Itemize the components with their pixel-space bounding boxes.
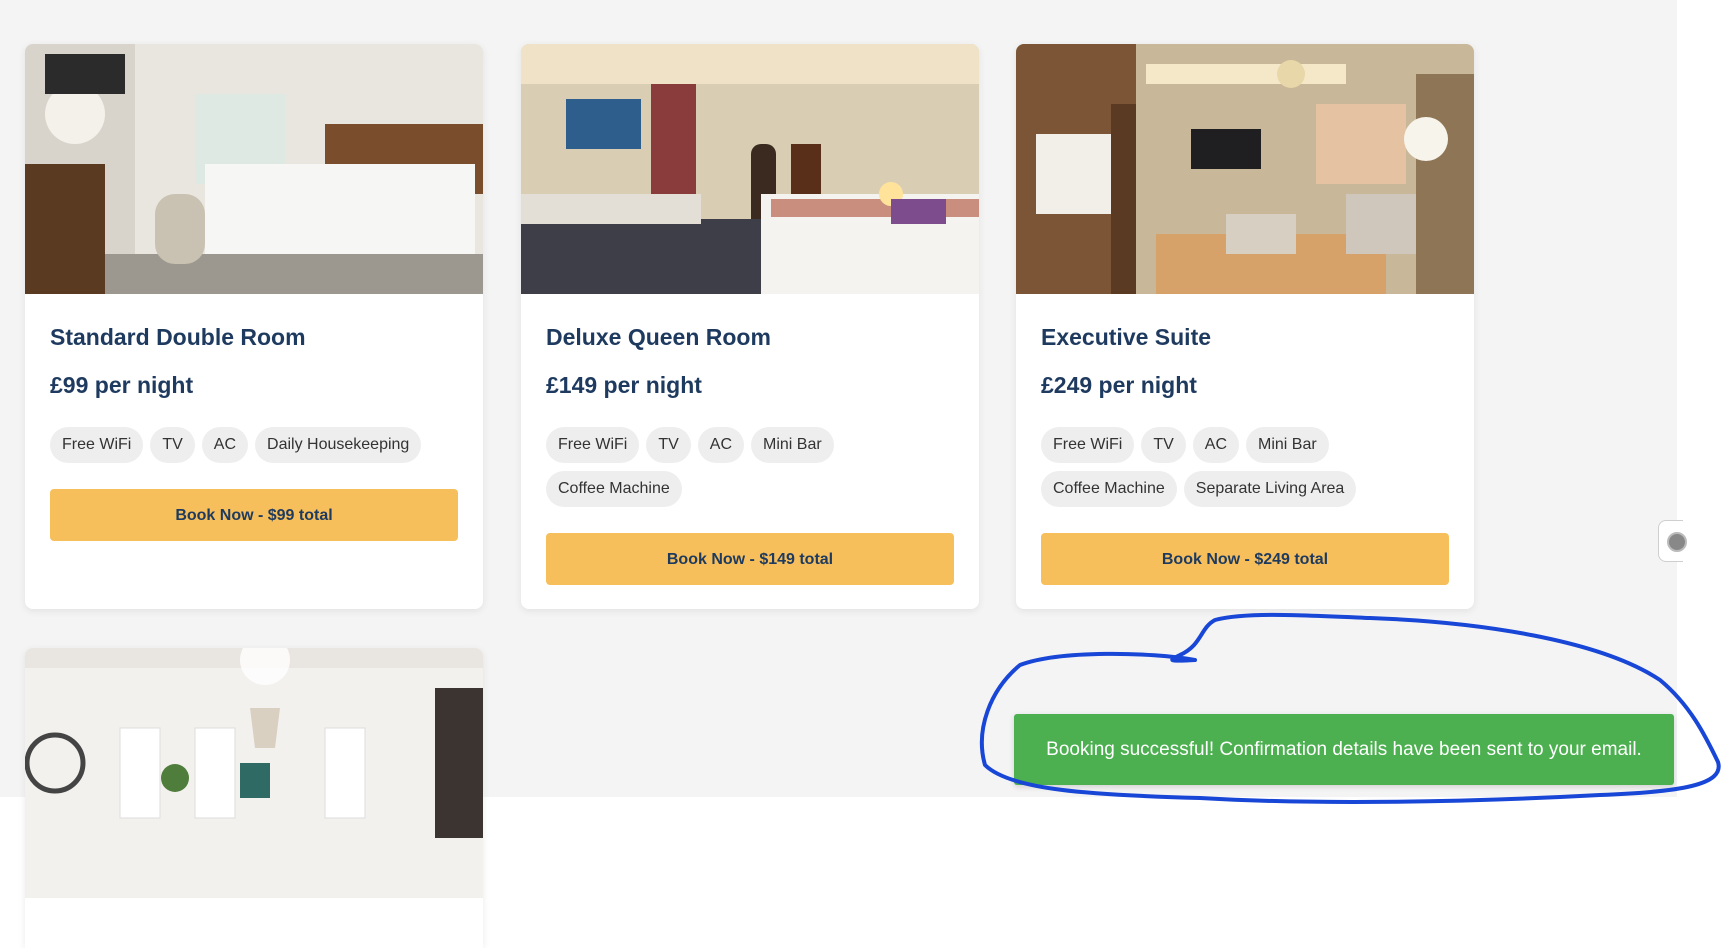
room-title: Deluxe Queen Room <box>546 324 771 350</box>
room-card: Standard Double Room £99 per night Free … <box>25 44 483 609</box>
room-card <box>25 648 483 948</box>
room-card: Executive Suite £249 per night Free WiFi… <box>1016 44 1474 609</box>
amenity-tag: TV <box>150 427 195 463</box>
room-price: £149 per night <box>546 372 702 398</box>
room-photo <box>25 44 483 294</box>
book-now-button[interactable]: Book Now - $149 total <box>546 533 954 585</box>
room-price: £99 per night <box>50 372 194 398</box>
book-now-button[interactable]: Book Now - $99 total <box>50 489 458 541</box>
amenity-tag: Free WiFi <box>546 427 640 463</box>
room-title: Standard Double Room <box>50 324 306 350</box>
amenity-tag: TV <box>1141 427 1186 463</box>
amenity-list: Free WiFi TV AC Mini Bar Coffee Machine … <box>1041 427 1461 507</box>
amenity-tag: Coffee Machine <box>546 471 682 507</box>
room-price: £249 per night <box>1041 372 1197 398</box>
amenity-tag: AC <box>1192 427 1240 463</box>
amenity-tag: AC <box>697 427 745 463</box>
amenity-tag: Free WiFi <box>50 427 144 463</box>
amenity-tag: Free WiFi <box>1041 427 1135 463</box>
amenity-tag: Daily Housekeeping <box>255 427 422 463</box>
amenity-tag: Mini Bar <box>1246 427 1329 463</box>
room-card: Deluxe Queen Room £149 per night Free Wi… <box>521 44 979 609</box>
amenity-tag: Coffee Machine <box>1041 471 1177 507</box>
chat-icon <box>1667 532 1687 552</box>
amenity-tag: Mini Bar <box>751 427 834 463</box>
book-now-button[interactable]: Book Now - $249 total <box>1041 533 1449 585</box>
amenity-list: Free WiFi TV AC Daily Housekeeping <box>50 427 470 463</box>
room-photo <box>521 44 979 294</box>
amenity-tag: Separate Living Area <box>1183 471 1357 507</box>
amenity-list: Free WiFi TV AC Mini Bar Coffee Machine <box>546 427 966 507</box>
side-feedback-tab[interactable] <box>1658 520 1687 562</box>
room-title: Executive Suite <box>1041 324 1212 350</box>
booking-success-toast: Booking successful! Confirmation details… <box>1014 714 1674 785</box>
amenity-tag: AC <box>201 427 249 463</box>
amenity-tag: TV <box>646 427 691 463</box>
room-photo <box>1016 44 1474 294</box>
room-photo <box>25 648 483 898</box>
